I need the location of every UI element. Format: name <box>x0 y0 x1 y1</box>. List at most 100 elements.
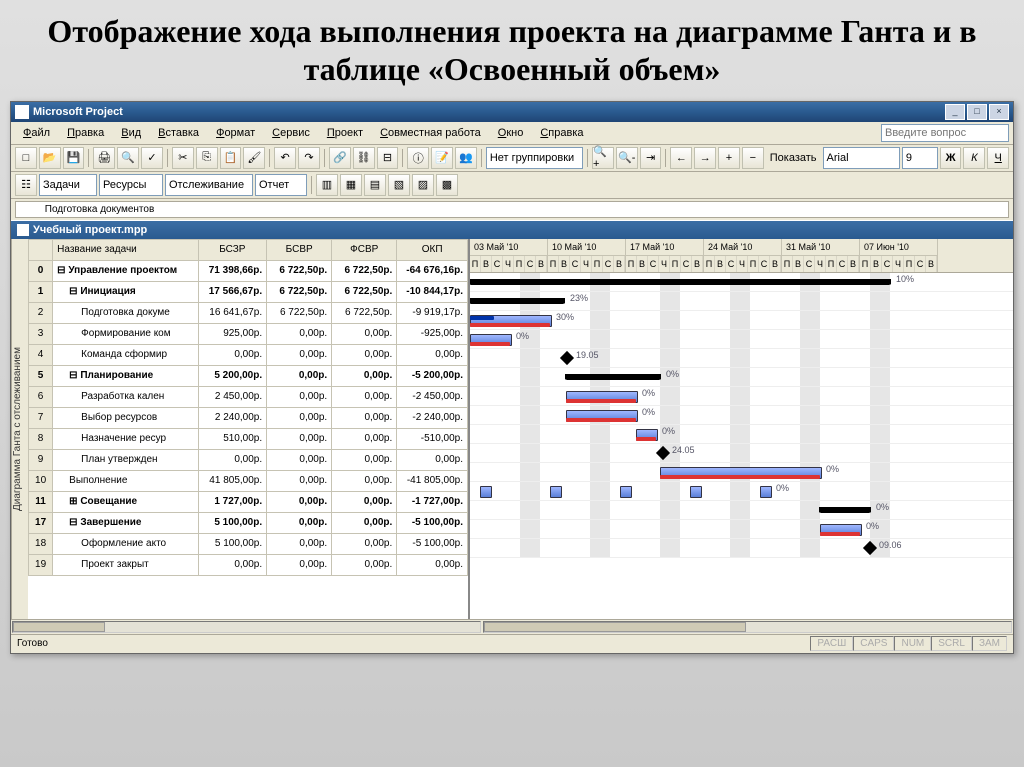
copy-button[interactable]: ⎘ <box>196 147 218 169</box>
value-cell[interactable]: 0,00р. <box>267 428 332 449</box>
rownum[interactable]: 3 <box>29 323 53 344</box>
recurring-marker[interactable] <box>690 486 702 498</box>
task-name-cell[interactable]: Подготовка докуме <box>53 302 198 323</box>
value-cell[interactable]: -5 100,00р. <box>397 512 468 533</box>
value-cell[interactable]: 0,00р. <box>198 554 267 575</box>
help-input[interactable] <box>881 124 1009 142</box>
value-cell[interactable]: -5 100,00р. <box>397 533 468 554</box>
underline-button[interactable]: Ч <box>987 147 1009 169</box>
gantt-row[interactable]: 0% <box>470 330 1013 349</box>
gantt-row[interactable]: 0% <box>470 520 1013 539</box>
assign-button[interactable]: 👥 <box>455 147 477 169</box>
table-row[interactable]: 4Команда сформир0,00р.0,00р.0,00р.0,00р. <box>29 344 468 365</box>
gantt-row[interactable]: 0% <box>470 463 1013 482</box>
rownum[interactable]: 19 <box>29 554 53 575</box>
zoom-out-button[interactable]: 🔍- <box>616 147 638 169</box>
tasks-tab[interactable]: Задачи <box>39 174 97 196</box>
col-5[interactable]: ОКП <box>397 239 468 260</box>
task-name-cell[interactable]: ⊟ Инициация <box>53 281 198 302</box>
table-row[interactable]: 19Проект закрыт0,00р.0,00р.0,00р.0,00р. <box>29 554 468 575</box>
value-cell[interactable]: -9 919,17р. <box>397 302 468 323</box>
value-cell[interactable]: 0,00р. <box>332 554 397 575</box>
rownum[interactable]: 7 <box>29 407 53 428</box>
hscroll-right-track[interactable] <box>483 621 1012 633</box>
value-cell[interactable]: -1 727,00р. <box>397 491 468 512</box>
value-cell[interactable]: 6 722,50р. <box>267 260 332 281</box>
col-0[interactable] <box>29 239 53 260</box>
recurring-marker[interactable] <box>480 486 492 498</box>
table-row[interactable]: 17⊟ Завершение5 100,00р.0,00р.0,00р.-5 1… <box>29 512 468 533</box>
value-cell[interactable]: -41 805,00р. <box>397 470 468 491</box>
value-cell[interactable]: -10 844,17р. <box>397 281 468 302</box>
value-cell[interactable]: 0,00р. <box>267 365 332 386</box>
value-cell[interactable]: 0,00р. <box>267 554 332 575</box>
tb3-2[interactable]: ▦ <box>340 174 362 196</box>
value-cell[interactable]: 71 398,66р. <box>198 260 267 281</box>
task-name-cell[interactable]: ⊟ Завершение <box>53 512 198 533</box>
value-cell[interactable]: 0,00р. <box>332 491 397 512</box>
value-cell[interactable]: 1 727,00р. <box>198 491 267 512</box>
value-cell[interactable]: 6 722,50р. <box>332 302 397 323</box>
size-select[interactable]: 9 <box>902 147 938 169</box>
value-cell[interactable]: 510,00р. <box>198 428 267 449</box>
split-button[interactable]: ⊟ <box>377 147 399 169</box>
value-cell[interactable]: 0,00р. <box>267 344 332 365</box>
table-row[interactable]: 8Назначение ресур510,00р.0,00р.0,00р.-51… <box>29 428 468 449</box>
spell-button[interactable]: ✓ <box>141 147 163 169</box>
menu-Формат[interactable]: Формат <box>208 125 263 141</box>
menu-Совместная работа[interactable]: Совместная работа <box>372 125 489 141</box>
hscroll[interactable] <box>11 619 1013 634</box>
minus-icon[interactable]: − <box>742 147 764 169</box>
value-cell[interactable]: 0,00р. <box>332 365 397 386</box>
group-select[interactable]: Нет группировки <box>486 147 583 169</box>
task-name-cell[interactable]: Команда сформир <box>53 344 198 365</box>
hscroll-left-thumb[interactable] <box>13 622 105 632</box>
task-name-cell[interactable]: ⊟ Планирование <box>53 365 198 386</box>
paste-button[interactable]: 📋 <box>220 147 242 169</box>
unlink-button[interactable]: ⛓ <box>353 147 375 169</box>
value-cell[interactable]: 925,00р. <box>198 323 267 344</box>
rownum[interactable]: 11 <box>29 491 53 512</box>
value-cell[interactable]: 0,00р. <box>332 449 397 470</box>
tb3-1[interactable]: ▥ <box>316 174 338 196</box>
summary-bar[interactable] <box>820 507 870 513</box>
gantt-row[interactable]: 0% <box>470 425 1013 444</box>
italic-button[interactable]: К <box>963 147 985 169</box>
help-search[interactable] <box>881 124 1009 142</box>
value-cell[interactable]: 6 722,50р. <box>267 281 332 302</box>
table-row[interactable]: 7Выбор ресурсов2 240,00р.0,00р.0,00р.-2 … <box>29 407 468 428</box>
task-name-cell[interactable]: ⊟ Управление проектом <box>53 260 198 281</box>
value-cell[interactable]: 2 240,00р. <box>198 407 267 428</box>
value-cell[interactable]: -2 450,00р. <box>397 386 468 407</box>
task-name-cell[interactable]: Оформление акто <box>53 533 198 554</box>
table-row[interactable]: 3Формирование ком925,00р.0,00р.0,00р.-92… <box>29 323 468 344</box>
rownum[interactable]: 6 <box>29 386 53 407</box>
arrow-left-icon[interactable]: ← <box>670 147 692 169</box>
value-cell[interactable]: 0,00р. <box>332 512 397 533</box>
summary-bar[interactable] <box>470 279 890 285</box>
rownum[interactable]: 0 <box>29 260 53 281</box>
menu-Вид[interactable]: Вид <box>113 125 149 141</box>
gantt-row[interactable]: 09.06 <box>470 539 1013 558</box>
table-row[interactable]: 10Выполнение41 805,00р.0,00р.0,00р.-41 8… <box>29 470 468 491</box>
task-name-cell[interactable]: План утвержден <box>53 449 198 470</box>
value-cell[interactable]: 0,00р. <box>332 386 397 407</box>
table-row[interactable]: 9План утвержден0,00р.0,00р.0,00р.0,00р. <box>29 449 468 470</box>
gantt-row[interactable]: 23% <box>470 292 1013 311</box>
value-cell[interactable]: 5 100,00р. <box>198 533 267 554</box>
gantt-row[interactable]: 10% <box>470 273 1013 292</box>
gantt-row[interactable]: 24.05 <box>470 444 1013 463</box>
zoom-in-button[interactable]: 🔍+ <box>592 147 614 169</box>
recurring-marker[interactable] <box>760 486 772 498</box>
table-row[interactable]: 6Разработка кален2 450,00р.0,00р.0,00р.-… <box>29 386 468 407</box>
milestone-marker[interactable] <box>560 351 574 365</box>
tb3-6[interactable]: ▩ <box>436 174 458 196</box>
task-name-cell[interactable]: Проект закрыт <box>53 554 198 575</box>
task-table[interactable]: Название задачиБСЗРБСВРФСВРОКП 0⊟ Управл… <box>28 239 470 619</box>
table-row[interactable]: 11⊞ Совещание1 727,00р.0,00р.0,00р.-1 72… <box>29 491 468 512</box>
guide-icon[interactable]: ☷ <box>15 174 37 196</box>
value-cell[interactable]: 6 722,50р. <box>332 260 397 281</box>
recurring-marker[interactable] <box>620 486 632 498</box>
table-row[interactable]: 1⊟ Инициация17 566,67р.6 722,50р.6 722,5… <box>29 281 468 302</box>
gantt-row[interactable]: 0% <box>470 406 1013 425</box>
